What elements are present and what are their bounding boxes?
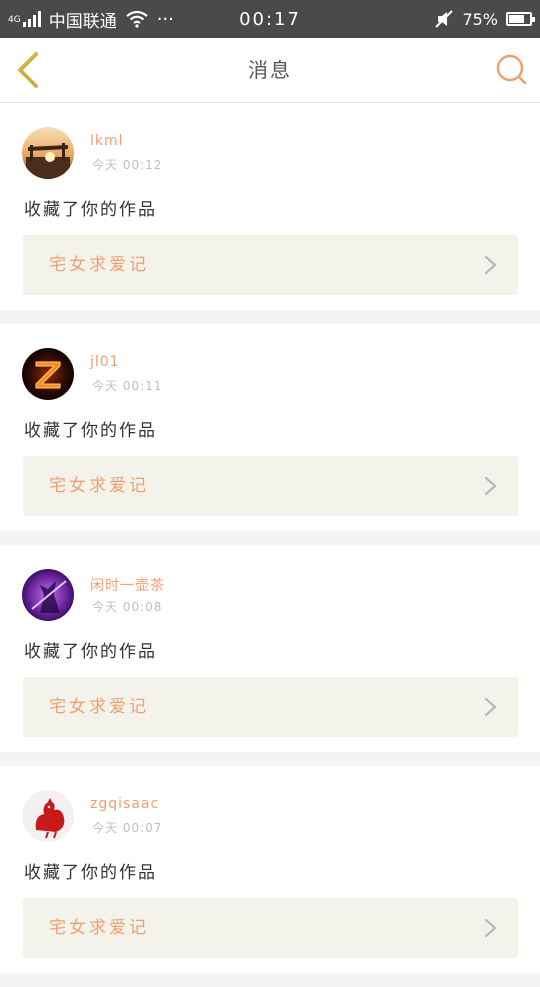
- wifi-icon: [126, 10, 148, 28]
- chevron-right-icon: [484, 918, 497, 938]
- username[interactable]: zgqisaac: [90, 796, 159, 812]
- sunset-photo-avatar: [22, 127, 74, 179]
- work-title: 宅女求爱记: [49, 476, 149, 496]
- red-rooster-avatar: [22, 790, 74, 842]
- status-left: 4G 中国联通 ···: [8, 7, 434, 32]
- status-right: 75%: [434, 9, 535, 29]
- search-button[interactable]: [494, 52, 528, 86]
- back-button[interactable]: [10, 50, 50, 90]
- battery-icon: [506, 12, 535, 26]
- status-bar: 4G 中国联通 ··· 00:17 75%: [0, 0, 540, 38]
- message-card: jl01 今天 00:11 收藏了你的作品 宅女求爱记: [0, 324, 540, 531]
- message-card: 闲时一壶茶 今天 00:08 收藏了你的作品 宅女求爱记: [0, 545, 540, 752]
- timestamp: 今天 00:07: [92, 821, 163, 835]
- timestamp: 今天 00:11: [92, 379, 163, 393]
- carrier-name: 中国联通: [48, 11, 117, 32]
- network-type: 4G: [8, 14, 21, 25]
- battery-fill: [509, 15, 524, 23]
- avatar[interactable]: [22, 569, 74, 621]
- work-title: 宅女求爱记: [49, 697, 149, 717]
- silent-icon: [435, 10, 454, 28]
- chevron-left-icon: [18, 52, 38, 88]
- work-link[interactable]: 宅女求爱记: [23, 235, 518, 295]
- action-text: 收藏了你的作品: [24, 863, 157, 883]
- message-list: lkml 今天 00:12 收藏了你的作品 宅女求爱记 jl01 今天 00:1…: [0, 103, 540, 987]
- chevron-right-icon: [484, 255, 497, 275]
- avatar[interactable]: [22, 127, 74, 179]
- search-icon: [496, 54, 527, 85]
- action-text: 收藏了你的作品: [24, 421, 157, 441]
- username[interactable]: 闲时一壶茶: [90, 575, 165, 595]
- action-text: 收藏了你的作品: [24, 642, 157, 662]
- timestamp: 今天 00:12: [92, 158, 163, 172]
- timestamp: 今天 00:08: [92, 600, 163, 614]
- fire-letter-avatar: [22, 348, 74, 400]
- work-title: 宅女求爱记: [49, 255, 149, 275]
- chevron-right-icon: [484, 697, 497, 717]
- message-card: zgqisaac 今天 00:07 收藏了你的作品 宅女求爱记: [0, 766, 540, 973]
- username[interactable]: lkml: [90, 133, 124, 149]
- nav-bar: 消息: [0, 38, 540, 103]
- message-card: lkml 今天 00:12 收藏了你的作品 宅女求爱记: [0, 103, 540, 310]
- username[interactable]: jl01: [90, 354, 120, 370]
- work-link[interactable]: 宅女求爱记: [23, 898, 518, 958]
- purple-warrior-avatar: [22, 569, 74, 621]
- battery-percent: 75%: [462, 9, 498, 29]
- more-indicator: ···: [156, 8, 174, 30]
- signal-icon: [22, 11, 41, 27]
- work-title: 宅女求爱记: [49, 918, 149, 938]
- work-link[interactable]: 宅女求爱记: [23, 456, 518, 516]
- page-title: 消息: [248, 58, 292, 82]
- work-link[interactable]: 宅女求爱记: [23, 677, 518, 737]
- avatar[interactable]: [22, 348, 74, 400]
- chevron-right-icon: [484, 476, 497, 496]
- avatar[interactable]: [22, 790, 74, 842]
- action-text: 收藏了你的作品: [24, 200, 157, 220]
